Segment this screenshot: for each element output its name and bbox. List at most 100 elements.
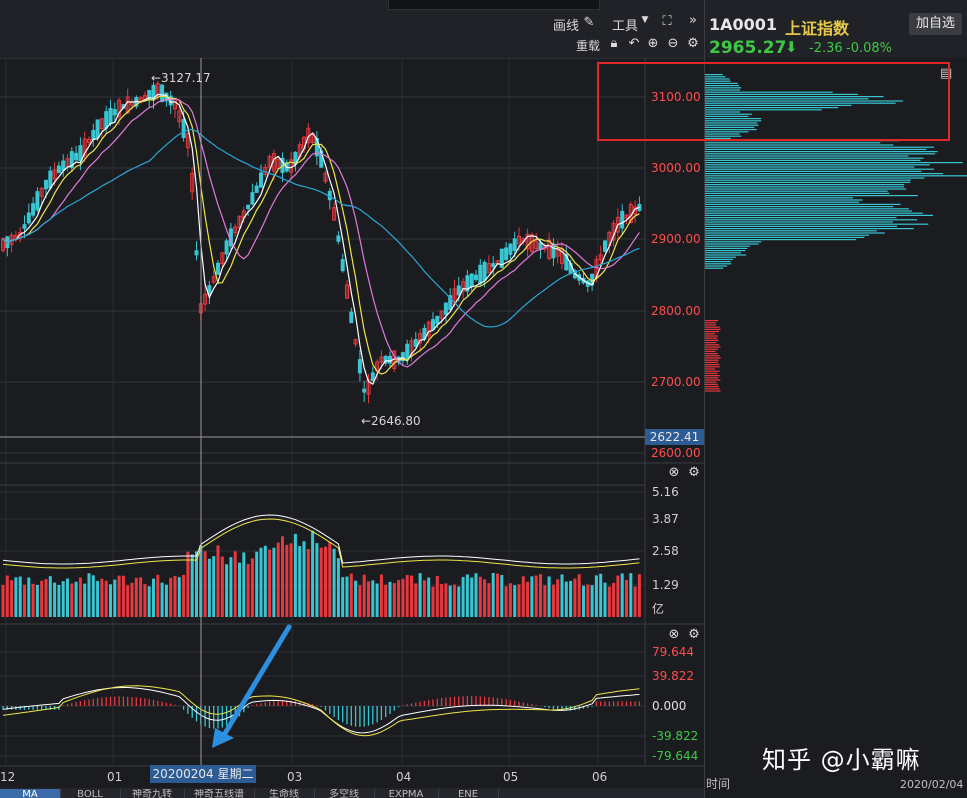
volume-bar (478, 576, 482, 617)
last-price: 2965.27 (709, 38, 787, 58)
volume-bar (379, 574, 383, 617)
candle-body (104, 111, 109, 129)
volume-bar (414, 583, 418, 617)
candle-body (78, 145, 83, 162)
volume-bar (35, 584, 39, 617)
volume-bar (212, 556, 216, 617)
candle-body (491, 263, 496, 268)
candle-body (474, 274, 478, 280)
volume-bar (594, 575, 598, 617)
macd-axis-label: -79.644 (652, 749, 699, 763)
volume-bar (362, 574, 366, 617)
indicator-tab[interactable]: 神奇九转 (120, 789, 185, 798)
volume-axis-label: 1.29 (652, 578, 679, 592)
indicator-tab[interactable]: 多空线 (314, 789, 375, 798)
volume-bar (431, 586, 435, 617)
close-macd-icon[interactable]: ⊗ (666, 627, 682, 642)
volume-bar (242, 552, 246, 617)
indicator-tab[interactable]: MA (0, 789, 61, 798)
volume-bar (470, 577, 474, 617)
indicator-tab[interactable]: 生命线 (254, 789, 315, 798)
volume-bar (397, 580, 401, 617)
volume-bar (100, 578, 104, 617)
volume-bar (547, 576, 551, 617)
volume-bar (500, 574, 504, 617)
price-change-percent: -0.08% (846, 41, 892, 56)
candle-body (22, 224, 27, 229)
volume-bar (539, 574, 542, 617)
indicator-tab[interactable]: 神奇五线谱 (184, 789, 255, 798)
volume-bar (311, 530, 315, 617)
volume-bar (508, 583, 512, 617)
price-axis-label: 3100.00 (651, 90, 701, 104)
volume-bar (268, 549, 272, 617)
volume-bar (31, 583, 35, 617)
volume-bar (418, 573, 422, 617)
volume-bar (10, 580, 14, 617)
volume-bar (220, 556, 224, 617)
candle-body (35, 191, 40, 211)
volume-bar (564, 581, 568, 617)
volume-bar (496, 573, 499, 617)
volume-bar (306, 549, 310, 617)
candle-body (254, 185, 259, 193)
volume-bar (384, 584, 388, 617)
volume-bar (526, 581, 530, 617)
volume-bar (182, 574, 186, 617)
volume-bar (225, 564, 229, 617)
volume-bar (375, 583, 379, 617)
volume-bar (117, 575, 121, 617)
candle-body (620, 210, 625, 229)
volume-bar (448, 585, 452, 617)
indicator-settings-icon[interactable]: ⚙ (686, 465, 702, 480)
volume-bar (388, 581, 392, 617)
volume-bar (156, 574, 160, 617)
candle-body (224, 240, 229, 255)
macd-dea-line (2, 685, 640, 737)
volume-bar (560, 574, 564, 617)
price-axis-label: 3000.00 (651, 161, 701, 175)
close-indicator-icon[interactable]: ⊗ (666, 465, 682, 480)
volume-bar (513, 585, 517, 617)
candle-body (250, 192, 255, 205)
candle-body (431, 319, 435, 331)
time-axis-label: 06 (592, 770, 608, 784)
volume-bar (195, 551, 198, 617)
volume-bar (272, 547, 276, 617)
macd-settings-icon[interactable]: ⚙ (686, 627, 702, 642)
time-axis-label: 01 (107, 770, 123, 784)
candle-body (336, 235, 341, 242)
volume-bar (164, 584, 168, 617)
time-axis-label: 03 (287, 770, 303, 784)
volume-bar (203, 551, 207, 617)
volume-bar (104, 580, 108, 617)
indicator-tab[interactable]: ENE (438, 789, 499, 798)
candle-body (31, 203, 36, 216)
volume-bar (435, 576, 439, 617)
candle-body (443, 302, 448, 315)
candle-body (603, 240, 607, 252)
volume-bar (130, 582, 134, 617)
volume-bar (302, 541, 306, 617)
volume-bar (551, 584, 555, 617)
volume-bar (349, 573, 353, 617)
candle-body (362, 388, 367, 393)
indicator-tab[interactable]: BOLL (60, 789, 121, 798)
volume-bar (298, 546, 302, 617)
volume-bar (410, 575, 413, 617)
volume-bar (603, 582, 607, 617)
candle-body (194, 250, 199, 256)
add-watchlist-button[interactable]: 加自选 (909, 13, 962, 35)
volume-bar (121, 575, 125, 617)
volume-bar (27, 577, 31, 617)
candle-body (512, 238, 517, 251)
date-label: 2020/02/04 (900, 778, 964, 791)
volume-bar (590, 585, 594, 617)
volume-bar (543, 585, 547, 617)
macd-axis-label: 79.644 (652, 645, 694, 659)
volume-bar (354, 580, 358, 617)
volume-axis-label: 5.16 (652, 485, 679, 499)
volume-bar (113, 579, 117, 617)
macd-axis-label: -39.822 (652, 729, 699, 743)
indicator-tab[interactable]: EXPMA (374, 789, 439, 798)
